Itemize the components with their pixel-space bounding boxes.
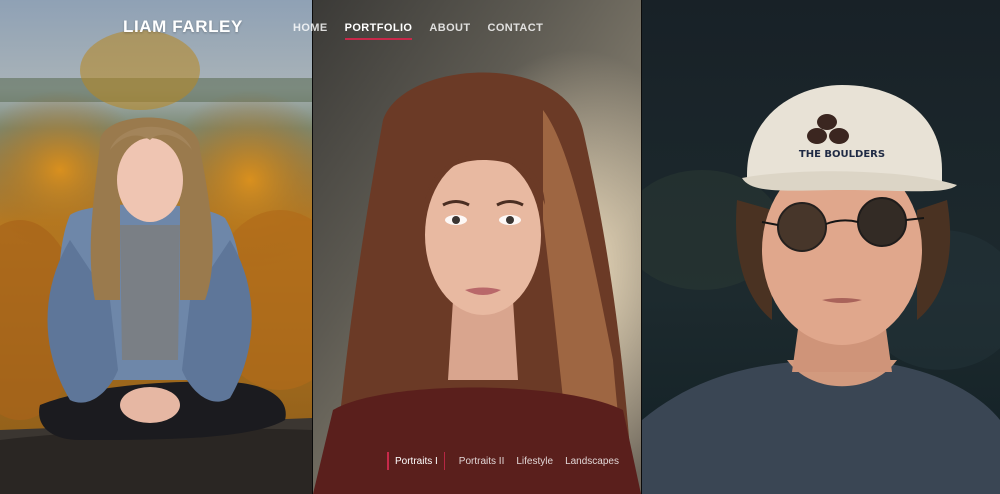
category-landscapes[interactable]: Landscapes [559, 456, 625, 467]
portrait-photo-woman-denim[interactable] [0, 0, 312, 494]
nav-home-label: HOME [293, 22, 328, 34]
category-portraits-ii[interactable]: Portraits II [453, 456, 511, 467]
active-nav-underline [344, 38, 413, 40]
category-lifestyle[interactable]: Lifestyle [510, 456, 559, 467]
nav-about[interactable]: ABOUT [429, 22, 470, 40]
portfolio-page: THE BOULDERS LIAM FARLEY HOME PORTFOLIO … [0, 0, 1000, 494]
site-logo[interactable]: LIAM FARLEY [123, 17, 243, 37]
portfolio-category-nav: Portraits I Portraits II Lifestyle Lands… [387, 452, 625, 470]
nav-portfolio[interactable]: PORTFOLIO [344, 22, 413, 40]
portrait-photo-man-cap[interactable]: THE BOULDERS [642, 0, 1000, 494]
portrait-photo-woman-backlit[interactable] [313, 0, 641, 494]
main-nav: HOME PORTFOLIO ABOUT CONTACT [293, 22, 543, 40]
category-portraits-i[interactable]: Portraits I [389, 456, 444, 467]
nav-home[interactable]: HOME [293, 22, 328, 40]
nav-about-label: ABOUT [429, 22, 471, 34]
nav-contact-label: CONTACT [487, 22, 544, 34]
nav-portfolio-label: PORTFOLIO [344, 22, 413, 34]
nav-contact[interactable]: CONTACT [487, 22, 543, 40]
category-divider [443, 452, 445, 470]
cap-logo-text: THE BOULDERS [799, 149, 885, 160]
